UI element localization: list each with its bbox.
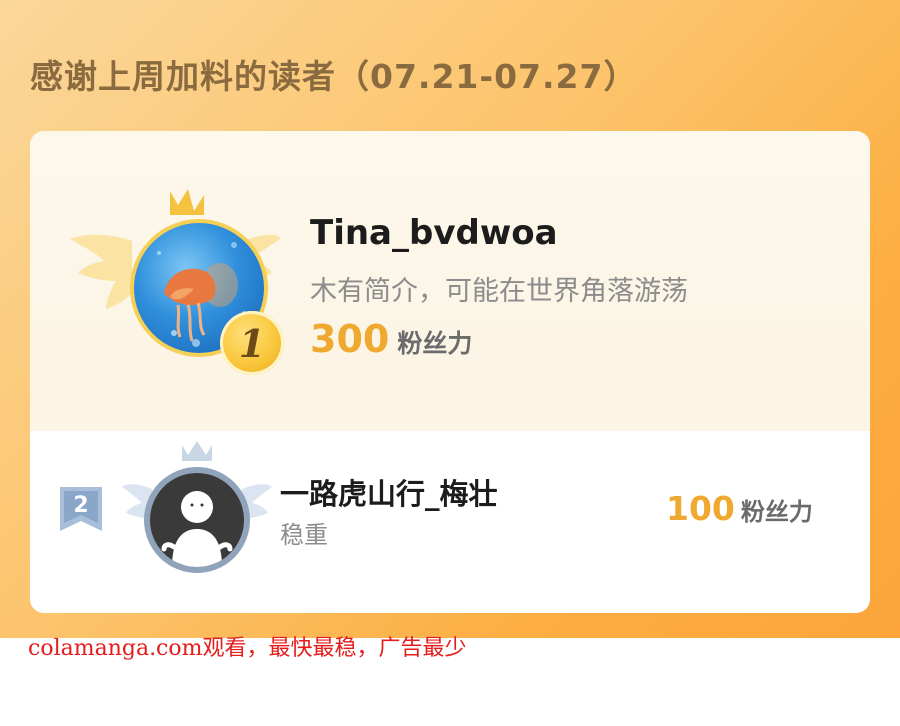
first-place-section: 1 Tina_bvdwoa 木有简介，可能在世界角落游荡 300 粉丝力: [30, 131, 870, 431]
fans-count: 300: [310, 317, 390, 361]
fans-unit: 粉丝力: [740, 498, 813, 526]
page-title: 感谢上周加料的读者（07.21-07.27）: [30, 57, 638, 96]
second-place-avatar-frame[interactable]: [122, 439, 272, 589]
gold-medal-icon: 1: [220, 311, 284, 375]
second-place-bio: 稳重: [280, 521, 328, 549]
watermark-text: colamanga.com观看，最快最稳，广告最少: [28, 636, 467, 661]
first-place-name[interactable]: Tina_bvdwoa: [310, 213, 558, 253]
second-place-name[interactable]: 一路虎山行_梅壮: [280, 471, 498, 513]
avatar: [144, 467, 250, 573]
ranking-card: 1 Tina_bvdwoa 木有简介，可能在世界角落游荡 300 粉丝力 2 一…: [30, 131, 870, 613]
first-place-avatar-frame[interactable]: 1: [70, 181, 284, 381]
fans-count: 100: [666, 489, 735, 528]
rank-number: 2: [73, 492, 89, 518]
fans-unit: 粉丝力: [397, 329, 473, 358]
second-place-fans: 100 粉丝力: [666, 489, 813, 528]
first-place-bio: 木有简介，可能在世界角落游荡: [310, 276, 688, 307]
person-icon: [161, 491, 233, 567]
first-place-fans: 300 粉丝力: [310, 317, 472, 361]
